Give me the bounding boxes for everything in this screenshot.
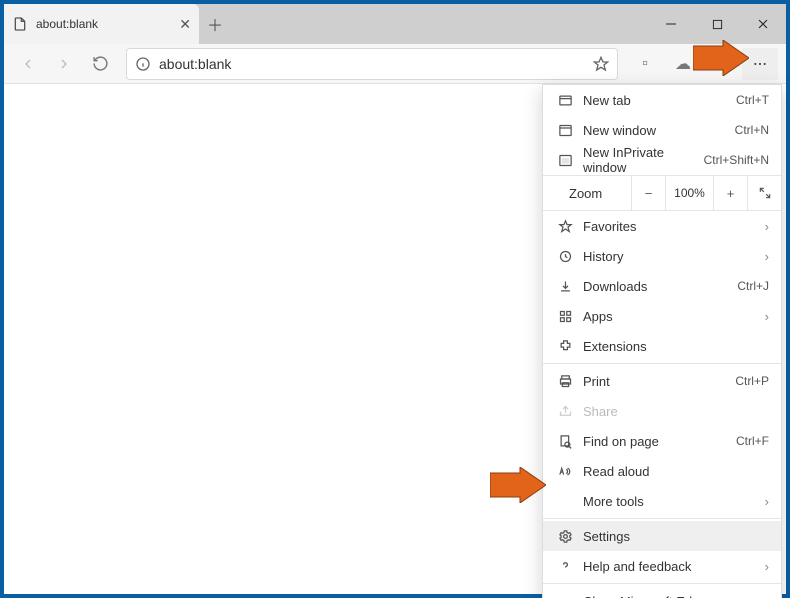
zoom-value: 100% [665,175,713,211]
menu-inprivate[interactable]: New InPrivate window Ctrl+Shift+N [543,145,781,175]
menu-share: Share [543,396,781,426]
chevron-right-icon: › [765,559,769,574]
menu-apps[interactable]: Apps › [543,301,781,331]
favorites-icon [555,219,575,234]
reading-view-icon[interactable]: ▫ [628,48,662,80]
downloads-icon [555,279,575,294]
menu-downloads[interactable]: Downloads Ctrl+J [543,271,781,301]
chevron-right-icon: › [765,494,769,509]
new-tab-button[interactable]: ＋ [199,4,231,44]
print-icon [555,374,575,389]
extensions-icon [555,339,575,354]
chevron-right-icon: › [765,309,769,324]
menu-extensions[interactable]: Extensions [543,331,781,361]
help-icon [555,559,575,574]
page-content: New tab Ctrl+T New window Ctrl+N New InP… [4,84,786,594]
refresh-button[interactable] [84,48,116,80]
menu-new-window[interactable]: New window Ctrl+N [543,115,781,145]
chevron-right-icon: › [765,249,769,264]
favorite-star-icon[interactable] [593,56,609,72]
find-icon [555,434,575,449]
titlebar: about:blank ✕ ＋ [4,4,786,44]
forward-button[interactable] [48,48,80,80]
read-aloud-icon [555,464,575,479]
share-icon [555,404,575,419]
menu-find[interactable]: Find on page Ctrl+F [543,426,781,456]
menu-history[interactable]: History › [543,241,781,271]
address-text: about:blank [159,56,585,72]
more-menu-button[interactable] [742,48,778,80]
favorites-bar-icon[interactable]: ★ [704,48,738,80]
menu-help[interactable]: Help and feedback › [543,551,781,581]
zoom-in-button[interactable]: + [713,175,747,211]
menu-new-tab[interactable]: New tab Ctrl+T [543,85,781,115]
tab-close-button[interactable]: ✕ [179,16,191,33]
apps-icon [555,309,575,324]
menu-more-tools[interactable]: More tools › [543,486,781,516]
zoom-out-button[interactable]: − [631,175,665,211]
history-icon [555,249,575,264]
zoom-label: Zoom [543,186,631,201]
window-close-button[interactable] [740,4,786,44]
file-icon [12,16,28,32]
inprivate-icon [555,153,575,168]
more-menu: New tab Ctrl+T New window Ctrl+N New InP… [542,84,782,598]
window-maximize-button[interactable] [694,4,740,44]
window-minimize-button[interactable] [648,4,694,44]
chevron-right-icon: › [765,219,769,234]
menu-print[interactable]: Print Ctrl+P [543,366,781,396]
tab-title: about:blank [36,17,171,31]
back-button[interactable] [12,48,44,80]
new-tab-icon [555,93,575,108]
fullscreen-button[interactable] [747,175,781,211]
site-info-icon[interactable] [135,56,151,72]
menu-favorites[interactable]: Favorites › [543,211,781,241]
browser-toolbar: about:blank ▫ ☁ ★ [4,44,786,84]
new-window-icon [555,123,575,138]
menu-settings[interactable]: Settings [543,521,781,551]
browser-tab[interactable]: about:blank ✕ [4,4,199,44]
address-bar[interactable]: about:blank [126,48,618,80]
menu-close-edge[interactable]: Close Microsoft Edge [543,586,781,598]
share-icon[interactable]: ☁ [666,48,700,80]
menu-zoom-row: Zoom − 100% + [543,175,781,211]
menu-read-aloud[interactable]: Read aloud [543,456,781,486]
gear-icon [555,529,575,544]
